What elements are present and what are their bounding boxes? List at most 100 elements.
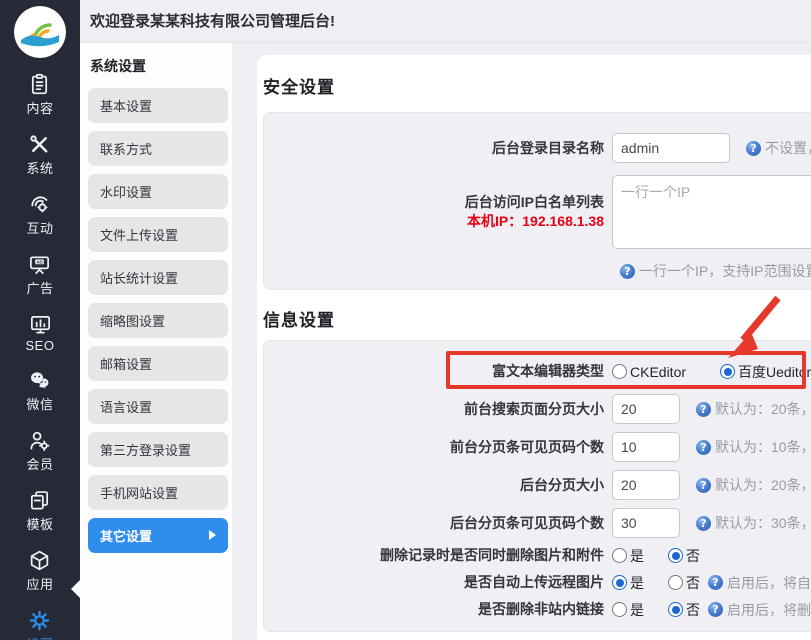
question-icon: ? <box>696 478 711 493</box>
auto-upload-yes-radio[interactable] <box>612 575 627 590</box>
front-pagination-count-input[interactable] <box>612 432 680 462</box>
submenu-item-language[interactable]: 语言设置 <box>88 389 228 424</box>
front-search-page-size-input[interactable] <box>612 394 680 424</box>
submenu-item-webmaster-stats[interactable]: 站长统计设置 <box>88 260 228 295</box>
radio-ckeditor-label[interactable]: CKEditor <box>630 364 686 380</box>
submenu-item-label: 其它设置 <box>100 526 152 545</box>
settings-submenu: 系统设置 基本设置 联系方式 水印设置 文件上传设置 站长统计设置 缩略图设置 … <box>80 43 232 640</box>
sidebar-item-interact[interactable]: 互动 <box>26 193 53 237</box>
submenu-item-thumbnail[interactable]: 缩略图设置 <box>88 303 228 338</box>
backend-page-size-row: 后台分页大小 ? 默认为：20条， <box>264 466 811 504</box>
ip-whitelist-textarea[interactable] <box>612 175 811 249</box>
sidebar-item-settings[interactable]: 设置 <box>26 609 53 640</box>
yes-label[interactable]: 是 <box>630 546 644 566</box>
local-ip-text: 本机IP：192.168.1.38 <box>264 212 604 231</box>
backend-page-size-input[interactable] <box>612 470 680 500</box>
sidebar-nav: 内容 系统 互动 <box>0 58 80 640</box>
no-label[interactable]: 否 <box>686 573 700 593</box>
active-notch-arrow <box>71 580 80 598</box>
admin-page: 内容 系统 互动 <box>0 0 811 640</box>
auto-upload-remote-label: 是否自动上传远程图片 <box>264 573 612 592</box>
front-pagination-count-label: 前台分页条可见页码个数 <box>264 438 612 457</box>
seo-chart-icon <box>29 313 52 336</box>
submenu-item-email[interactable]: 邮箱设置 <box>88 346 228 381</box>
delete-attachments-yes-radio[interactable] <box>612 548 627 563</box>
app-logo[interactable] <box>14 6 66 58</box>
row-help: ? 默认为：20条， <box>696 399 811 419</box>
submenu-title: 系统设置 <box>90 56 232 76</box>
radio-baidu-ueditor[interactable] <box>720 364 735 379</box>
yes-label[interactable]: 是 <box>630 573 644 593</box>
radio-ckeditor[interactable] <box>612 364 627 379</box>
backend-pagination-count-label: 后台分页条可见页码个数 <box>264 514 612 533</box>
app-cube-icon <box>28 549 51 572</box>
sidebar-item-content[interactable]: 内容 <box>26 73 53 117</box>
ip-help-row: ? 一行一个IP，支持IP范围设置： <box>264 261 811 281</box>
delete-attachments-no-radio[interactable] <box>668 548 683 563</box>
arrow-right-icon <box>209 530 216 540</box>
backend-pagination-count-row: 后台分页条可见页码个数 ? 默认为：30条， <box>264 504 811 542</box>
ip-whitelist-label: 后台访问IP白名单列表 本机IP：192.168.1.38 <box>264 193 612 231</box>
login-dir-input[interactable] <box>612 133 730 163</box>
sidebar-item-seo[interactable]: SEO <box>26 313 55 353</box>
sidebar-item-label: 系统 <box>26 158 53 177</box>
sidebar-item-template[interactable]: 模板 <box>26 489 53 533</box>
sidebar-item-label: 设置 <box>26 634 53 640</box>
yes-label[interactable]: 是 <box>630 600 644 620</box>
sidebar-item-system[interactable]: 系统 <box>26 133 53 177</box>
sidebar-item-app[interactable]: 应用 <box>26 549 53 593</box>
backend-page-size-label: 后台分页大小 <box>264 476 612 495</box>
member-gear-icon <box>28 429 51 452</box>
sidebar-item-label: 广告 <box>26 278 53 297</box>
remove-external-links-row: 是否删除非站内链接 是 否 ? 启用后，将删除非 <box>264 596 811 623</box>
remove-links-no-radio[interactable] <box>668 602 683 617</box>
row-help: ? 启用后，将自动上 <box>708 573 811 593</box>
radio-baidu-ueditor-label[interactable]: 百度Ueditor <box>738 362 811 382</box>
sidebar-item-wechat[interactable]: 微信 <box>26 369 53 413</box>
sidebar-item-label: 应用 <box>26 574 53 593</box>
remove-external-links-label: 是否删除非站内链接 <box>264 600 612 619</box>
row-help: ? 默认为：20条， <box>696 475 811 495</box>
submenu-item-contact[interactable]: 联系方式 <box>88 131 228 166</box>
sidebar-item-label: 微信 <box>26 394 53 413</box>
submenu-item-third-party-login[interactable]: 第三方登录设置 <box>88 432 228 467</box>
security-panel: 后台登录目录名称 ? 不设置，将 后台访问IP白名单列表 本机IP：192.16… <box>263 112 811 290</box>
submenu-item-basic[interactable]: 基本设置 <box>88 88 228 123</box>
wechat-icon <box>28 369 51 392</box>
no-label[interactable]: 否 <box>686 546 700 566</box>
sidebar-item-label: SEO <box>26 338 55 353</box>
backend-pagination-count-input[interactable] <box>612 508 680 538</box>
submenu-item-other-settings[interactable]: 其它设置 <box>88 518 228 553</box>
delete-attachments-row: 删除记录时是否同时删除图片和附件 是 否 <box>264 542 811 569</box>
question-icon: ? <box>696 440 711 455</box>
auto-upload-remote-row: 是否自动上传远程图片 是 否 ? 启用后，将自动上 <box>264 569 811 596</box>
editor-type-row: 富文本编辑器类型 CKEditor 百度Ueditor <box>264 353 811 390</box>
login-dir-row: 后台登录目录名称 ? 不设置，将 <box>264 127 811 169</box>
info-heading: 信息设置 <box>263 306 811 328</box>
sidebar-item-label: 互动 <box>26 218 53 237</box>
sidebar-item-ad[interactable]: AD 广告 <box>26 253 53 297</box>
question-icon: ? <box>708 602 723 617</box>
sidebar-item-member[interactable]: 会员 <box>26 429 53 473</box>
question-icon: ? <box>746 141 761 156</box>
submenu-item-watermark[interactable]: 水印设置 <box>88 174 228 209</box>
question-icon: ? <box>708 575 723 590</box>
welcome-title: 欢迎登录某某科技有限公司管理后台! <box>90 13 335 30</box>
remove-links-yes-radio[interactable] <box>612 602 627 617</box>
content-clipboard-icon <box>28 73 51 96</box>
logo-icon <box>14 6 66 58</box>
submenu-item-mobile-site[interactable]: 手机网站设置 <box>88 475 228 510</box>
row-help: ? 启用后，将删除非 <box>708 600 811 620</box>
no-label[interactable]: 否 <box>686 600 700 620</box>
topbar: 欢迎登录某某科技有限公司管理后台! <box>80 0 811 43</box>
delete-attachments-label: 删除记录时是否同时删除图片和附件 <box>264 546 612 565</box>
template-pages-icon <box>28 489 51 512</box>
submenu-item-file-upload[interactable]: 文件上传设置 <box>88 217 228 252</box>
front-search-page-size-label: 前台搜索页面分页大小 <box>264 400 612 419</box>
ad-board-icon: AD <box>28 253 51 276</box>
ip-help-text: ? 一行一个IP，支持IP范围设置： <box>620 261 811 281</box>
main-sidebar: 内容 系统 互动 <box>0 0 80 640</box>
content-card: 安全设置 后台登录目录名称 ? 不设置，将 后台访问IP白名单列表 本机IP：1… <box>257 55 811 640</box>
chat-gear-icon <box>28 193 51 216</box>
auto-upload-no-radio[interactable] <box>668 575 683 590</box>
